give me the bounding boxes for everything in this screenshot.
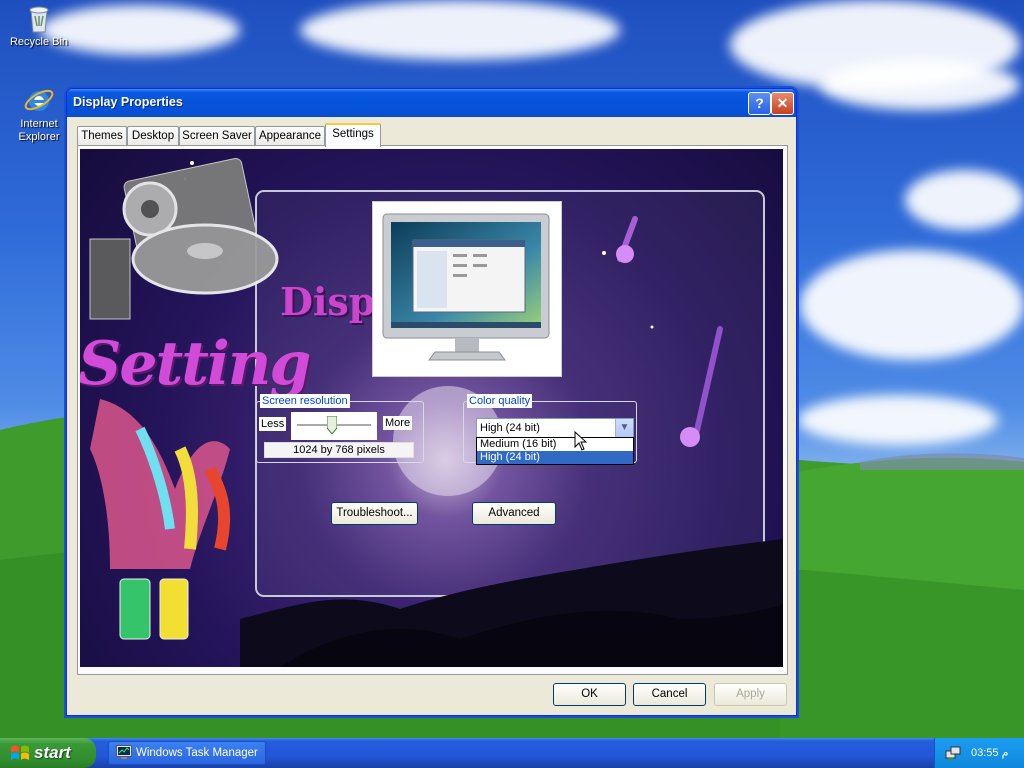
network-icon[interactable] xyxy=(945,745,961,761)
start-label: start xyxy=(34,743,71,762)
color-quality-label: Color quality xyxy=(467,394,533,408)
help-button[interactable]: ? xyxy=(748,92,771,115)
taskbar-item-task-manager[interactable]: Windows Task Manager xyxy=(108,741,266,765)
tab-appearance[interactable]: Appearance xyxy=(255,126,325,145)
close-button[interactable]: ✕ xyxy=(771,92,794,115)
troubleshoot-button[interactable]: Troubleshoot... xyxy=(331,502,418,525)
resolution-slider[interactable] xyxy=(291,412,377,440)
mouse-cursor-icon xyxy=(574,431,588,451)
color-quality-group: Color quality High (24 bit) ▼ Medium (16… xyxy=(463,394,637,465)
apply-button[interactable]: Apply xyxy=(714,683,787,706)
advanced-button[interactable]: Advanced xyxy=(472,502,556,525)
internet-explorer-label: Internet Explorer xyxy=(18,118,60,143)
color-quality-options: Medium (16 bit) High (24 bit) xyxy=(476,437,634,465)
more-label: More xyxy=(383,416,413,430)
option-medium-16-bit[interactable]: Medium (16 bit) xyxy=(477,438,633,451)
window-title: Display Properties xyxy=(73,95,183,109)
internet-explorer-icon xyxy=(24,89,54,111)
system-tray: 03:55 م xyxy=(934,738,1024,768)
tab-screen-saver[interactable]: Screen Saver xyxy=(179,126,255,145)
setting-art-text: Setting xyxy=(80,329,311,399)
screen-resolution-group: Screen resolution Less More 1024 by 768 … xyxy=(256,394,424,463)
less-label: Less xyxy=(259,417,287,431)
monitor-preview xyxy=(372,201,562,377)
windows-logo-icon xyxy=(11,745,29,760)
cancel-button[interactable]: Cancel xyxy=(633,683,706,706)
taskbar-item-label: Windows Task Manager xyxy=(136,747,258,759)
recycle-bin[interactable]: Recycle Bin xyxy=(3,2,75,49)
chevron-down-icon[interactable]: ▼ xyxy=(615,419,633,437)
resolution-value: 1024 by 768 pixels xyxy=(264,442,414,458)
recycle-bin-icon xyxy=(29,6,49,33)
color-quality-selected: High (24 bit) xyxy=(480,422,540,434)
ok-button[interactable]: OK xyxy=(553,683,626,706)
monitor-icon xyxy=(382,213,550,361)
taskbar: start Windows Task Manager 03:55 م xyxy=(0,738,1024,768)
tab-settings[interactable]: Settings xyxy=(325,123,381,147)
settings-art-panel: Displ Setting Screen resolution Less Mor… xyxy=(80,149,783,667)
title-bar[interactable]: Display Properties ? ✕ xyxy=(67,89,796,117)
option-high-24-bit[interactable]: High (24 bit) xyxy=(477,451,633,464)
internet-explorer[interactable]: Internet Explorer xyxy=(3,84,75,144)
task-manager-icon xyxy=(116,745,132,759)
tab-desktop[interactable]: Desktop xyxy=(127,126,179,145)
start-button[interactable]: start xyxy=(0,738,96,768)
display-properties-window: Display Properties ? ✕ Themes Desktop Sc… xyxy=(66,88,797,716)
slider-thumb-icon[interactable] xyxy=(327,416,337,434)
color-quality-dropdown[interactable]: High (24 bit) ▼ xyxy=(476,418,634,438)
recycle-bin-label: Recycle Bin xyxy=(9,36,69,48)
screen-resolution-label: Screen resolution xyxy=(260,394,350,408)
clock: 03:55 م xyxy=(971,747,1009,759)
tab-themes[interactable]: Themes xyxy=(77,126,127,145)
